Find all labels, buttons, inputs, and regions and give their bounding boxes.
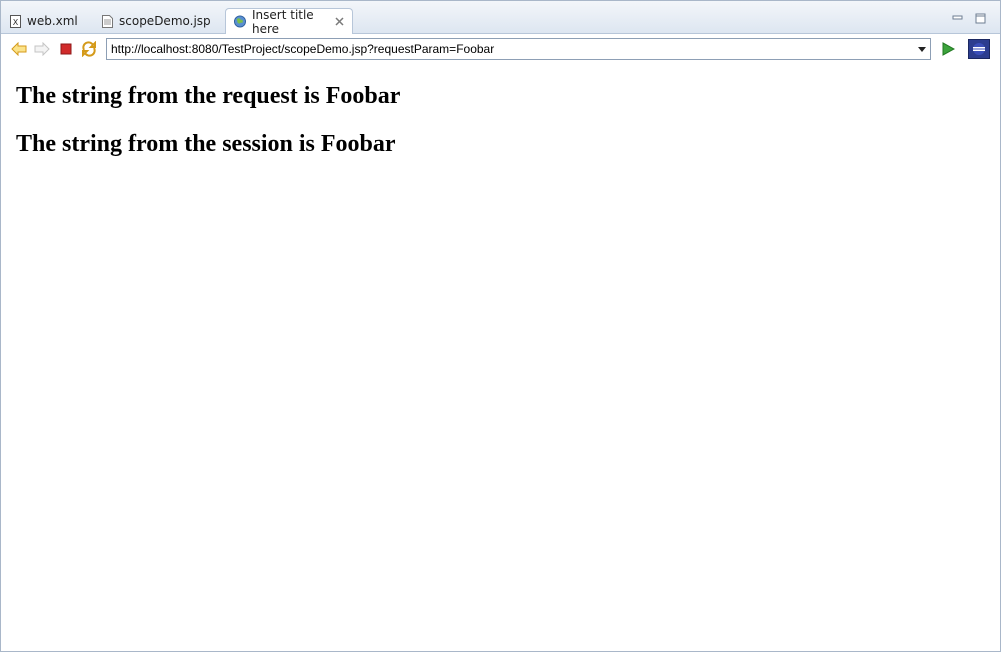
browser-toolbar [1, 34, 1000, 64]
forward-arrow-icon[interactable] [33, 41, 51, 57]
chevron-down-icon[interactable] [914, 39, 930, 59]
editor-tab-bar: X web.xml scopeDemo.jsp Insert title her… [1, 1, 1000, 36]
page-content: The string from the request is Foobar Th… [1, 65, 1000, 651]
address-bar[interactable] [106, 38, 931, 60]
back-arrow-icon[interactable] [10, 41, 28, 57]
eclipse-logo-icon[interactable] [968, 39, 990, 59]
minimize-button[interactable] [951, 10, 965, 22]
browser-editor: X web.xml scopeDemo.jsp Insert title her… [0, 0, 1001, 652]
session-string-heading: The string from the session is Foobar [16, 131, 396, 157]
globe-icon [234, 15, 246, 29]
stop-icon[interactable] [57, 41, 75, 57]
tab-label: web.xml [27, 14, 78, 28]
jsp-file-icon [101, 14, 113, 28]
refresh-icon[interactable] [80, 41, 98, 57]
tab-label: scopeDemo.jsp [119, 14, 211, 28]
maximize-button[interactable] [974, 10, 988, 24]
url-input[interactable] [107, 40, 914, 58]
tab-scopedemo-jsp[interactable]: scopeDemo.jsp [93, 9, 225, 33]
go-play-icon[interactable] [939, 41, 957, 57]
tab-insert-title-here[interactable]: Insert title here [225, 7, 353, 36]
tab-label: Insert title here [252, 7, 314, 36]
close-icon[interactable] [335, 15, 344, 29]
tab-web-xml[interactable]: X web.xml [1, 9, 93, 33]
svg-text:X: X [12, 18, 18, 27]
request-string-heading: The string from the request is Foobar [16, 83, 401, 109]
xml-file-icon: X [9, 14, 21, 28]
